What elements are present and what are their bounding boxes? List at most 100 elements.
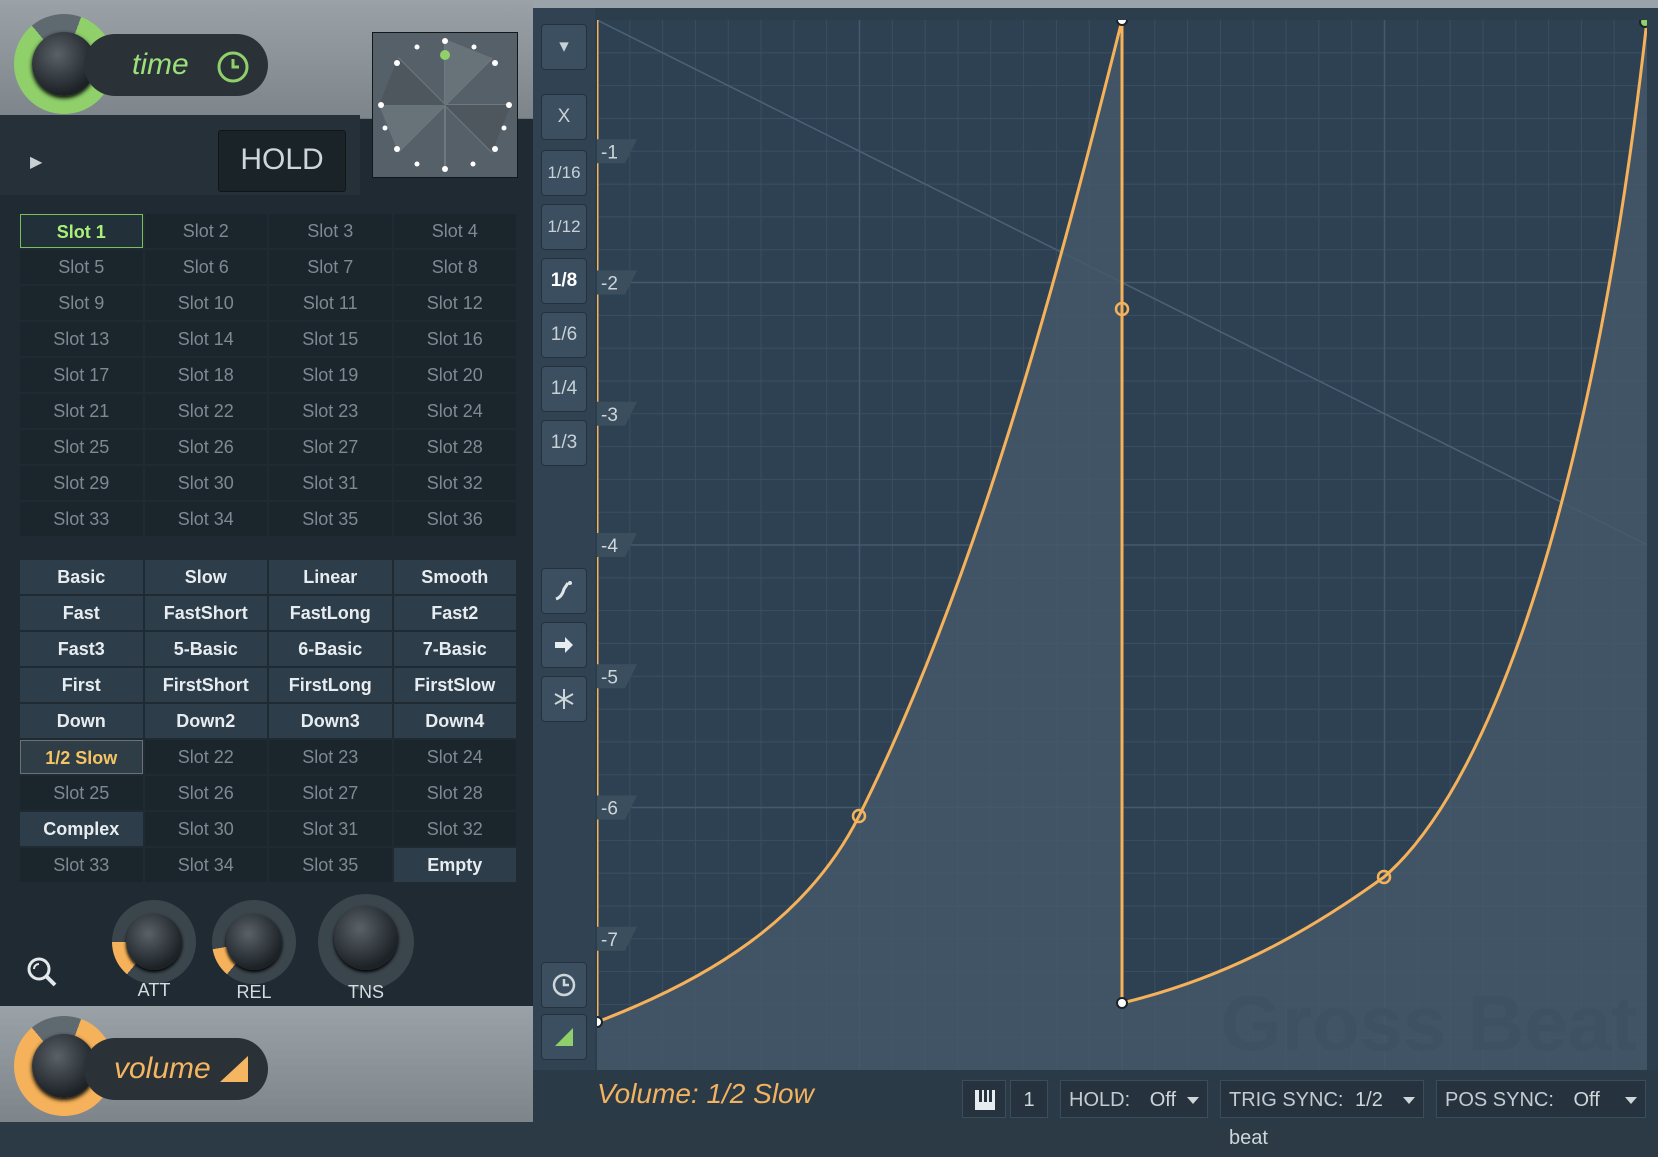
time-slot-29[interactable]: Slot 29 bbox=[20, 466, 143, 500]
time-slot-12[interactable]: Slot 12 bbox=[393, 286, 516, 320]
snap-1-6-button[interactable]: 1/6 bbox=[541, 312, 587, 358]
snap-1-3-button[interactable]: 1/3 bbox=[541, 420, 587, 466]
volume-slot-27[interactable]: Slot 27 bbox=[269, 776, 392, 810]
time-mode-clock-icon[interactable] bbox=[541, 962, 587, 1008]
att-knob[interactable] bbox=[112, 900, 196, 984]
time-slot-3[interactable]: Slot 3 bbox=[269, 214, 392, 248]
hold-dropdown[interactable]: HOLD: Off bbox=[1060, 1080, 1208, 1118]
draw-tool-icon[interactable] bbox=[541, 568, 587, 614]
time-slot-17[interactable]: Slot 17 bbox=[20, 358, 143, 392]
time-slot-9[interactable]: Slot 9 bbox=[20, 286, 143, 320]
time-slot-1[interactable]: Slot 1 bbox=[20, 214, 143, 248]
envelope-point[interactable] bbox=[1639, 20, 1647, 28]
time-slot-27[interactable]: Slot 27 bbox=[269, 430, 392, 464]
volume-slot-8[interactable]: Fast2 bbox=[393, 596, 516, 630]
time-slot-13[interactable]: Slot 13 bbox=[20, 322, 143, 356]
no-snap-button[interactable]: X bbox=[541, 94, 587, 140]
time-slot-34[interactable]: Slot 34 bbox=[144, 502, 267, 536]
time-slot-26[interactable]: Slot 26 bbox=[144, 430, 267, 464]
volume-slot-24[interactable]: Slot 24 bbox=[393, 740, 516, 774]
volume-mode-icon[interactable] bbox=[541, 1014, 587, 1060]
expand-arrow-icon[interactable]: ▶ bbox=[30, 152, 42, 172]
volume-slot-35[interactable]: Slot 35 bbox=[269, 848, 392, 882]
volume-slot-34[interactable]: Slot 34 bbox=[144, 848, 267, 882]
freeze-snowflake-icon[interactable] bbox=[541, 676, 587, 722]
time-slot-30[interactable]: Slot 30 bbox=[144, 466, 267, 500]
volume-slot-21[interactable]: 1/2 Slow bbox=[20, 740, 143, 774]
time-slot-32[interactable]: Slot 32 bbox=[393, 466, 516, 500]
volume-slot-11[interactable]: 6-Basic bbox=[269, 632, 392, 666]
envelope-point[interactable] bbox=[597, 1016, 603, 1028]
volume-slot-10[interactable]: 5-Basic bbox=[144, 632, 267, 666]
rel-knob[interactable] bbox=[212, 900, 296, 984]
menu-dropdown-button[interactable]: ▾ bbox=[541, 24, 587, 70]
time-slot-16[interactable]: Slot 16 bbox=[393, 322, 516, 356]
trig-sync-dropdown[interactable]: TRIG SYNC: 1/2 beat bbox=[1220, 1080, 1424, 1149]
time-slot-7[interactable]: Slot 7 bbox=[269, 250, 392, 284]
time-slot-18[interactable]: Slot 18 bbox=[144, 358, 267, 392]
volume-slot-36[interactable]: Empty bbox=[393, 848, 516, 882]
time-slot-19[interactable]: Slot 19 bbox=[269, 358, 392, 392]
time-slot-24[interactable]: Slot 24 bbox=[393, 394, 516, 428]
envelope-graph[interactable]: -1 -2 -3 -4 -5 -6 -7 Gross Beat bbox=[597, 20, 1647, 1070]
volume-slot-15[interactable]: FirstLong bbox=[269, 668, 392, 702]
volume-slot-22[interactable]: Slot 22 bbox=[144, 740, 267, 774]
volume-slot-5[interactable]: Fast bbox=[20, 596, 143, 630]
envelope-point[interactable] bbox=[1116, 997, 1128, 1009]
volume-slot-1[interactable]: Basic bbox=[20, 560, 143, 594]
tns-knob[interactable] bbox=[318, 894, 414, 990]
snap-1-4-button[interactable]: 1/4 bbox=[541, 366, 587, 412]
volume-slot-28[interactable]: Slot 28 bbox=[393, 776, 516, 810]
piano-icon[interactable] bbox=[962, 1080, 1006, 1118]
volume-slot-32[interactable]: Slot 32 bbox=[393, 812, 516, 846]
time-slot-6[interactable]: Slot 6 bbox=[144, 250, 267, 284]
snap-1-8-button[interactable]: 1/8 bbox=[541, 258, 587, 304]
time-slot-4[interactable]: Slot 4 bbox=[393, 214, 516, 248]
volume-slot-9[interactable]: Fast3 bbox=[20, 632, 143, 666]
volume-slot-6[interactable]: FastShort bbox=[144, 596, 267, 630]
time-slot-36[interactable]: Slot 36 bbox=[393, 502, 516, 536]
time-slot-11[interactable]: Slot 11 bbox=[269, 286, 392, 320]
snap-1-12-button[interactable]: 1/12 bbox=[541, 204, 587, 250]
volume-slot-25[interactable]: Slot 25 bbox=[20, 776, 143, 810]
volume-slot-20[interactable]: Down4 bbox=[393, 704, 516, 738]
volume-slot-7[interactable]: FastLong bbox=[269, 596, 392, 630]
volume-slot-4[interactable]: Smooth bbox=[393, 560, 516, 594]
volume-slot-14[interactable]: FirstShort bbox=[144, 668, 267, 702]
time-slot-5[interactable]: Slot 5 bbox=[20, 250, 143, 284]
volume-slot-31[interactable]: Slot 31 bbox=[269, 812, 392, 846]
time-slot-10[interactable]: Slot 10 bbox=[144, 286, 267, 320]
time-slot-8[interactable]: Slot 8 bbox=[393, 250, 516, 284]
zoom-icon[interactable] bbox=[24, 954, 58, 988]
volume-slot-26[interactable]: Slot 26 bbox=[144, 776, 267, 810]
envelope-point[interactable] bbox=[1116, 20, 1128, 26]
time-slot-25[interactable]: Slot 25 bbox=[20, 430, 143, 464]
snap-1-16-button[interactable]: 1/16 bbox=[541, 150, 587, 196]
time-slot-14[interactable]: Slot 14 bbox=[144, 322, 267, 356]
volume-slot-16[interactable]: FirstSlow bbox=[393, 668, 516, 702]
hold-button[interactable]: HOLD bbox=[218, 130, 346, 192]
time-slot-23[interactable]: Slot 23 bbox=[269, 394, 392, 428]
channel-box[interactable]: 1 bbox=[1010, 1080, 1048, 1118]
pos-sync-dropdown[interactable]: POS SYNC: Off bbox=[1436, 1080, 1646, 1118]
time-slot-35[interactable]: Slot 35 bbox=[269, 502, 392, 536]
arrow-right-icon[interactable] bbox=[541, 622, 587, 668]
time-slot-31[interactable]: Slot 31 bbox=[269, 466, 392, 500]
time-slot-20[interactable]: Slot 20 bbox=[393, 358, 516, 392]
volume-slot-29[interactable]: Complex bbox=[20, 812, 143, 846]
volume-slot-18[interactable]: Down2 bbox=[144, 704, 267, 738]
time-slot-21[interactable]: Slot 21 bbox=[20, 394, 143, 428]
volume-slot-17[interactable]: Down bbox=[20, 704, 143, 738]
time-slot-15[interactable]: Slot 15 bbox=[269, 322, 392, 356]
volume-slot-19[interactable]: Down3 bbox=[269, 704, 392, 738]
time-slot-22[interactable]: Slot 22 bbox=[144, 394, 267, 428]
volume-slot-2[interactable]: Slow bbox=[144, 560, 267, 594]
volume-slot-13[interactable]: First bbox=[20, 668, 143, 702]
volume-slot-23[interactable]: Slot 23 bbox=[269, 740, 392, 774]
time-slot-33[interactable]: Slot 33 bbox=[20, 502, 143, 536]
volume-slot-3[interactable]: Linear bbox=[269, 560, 392, 594]
volume-slot-33[interactable]: Slot 33 bbox=[20, 848, 143, 882]
volume-slot-30[interactable]: Slot 30 bbox=[144, 812, 267, 846]
time-slot-28[interactable]: Slot 28 bbox=[393, 430, 516, 464]
time-slot-2[interactable]: Slot 2 bbox=[144, 214, 267, 248]
